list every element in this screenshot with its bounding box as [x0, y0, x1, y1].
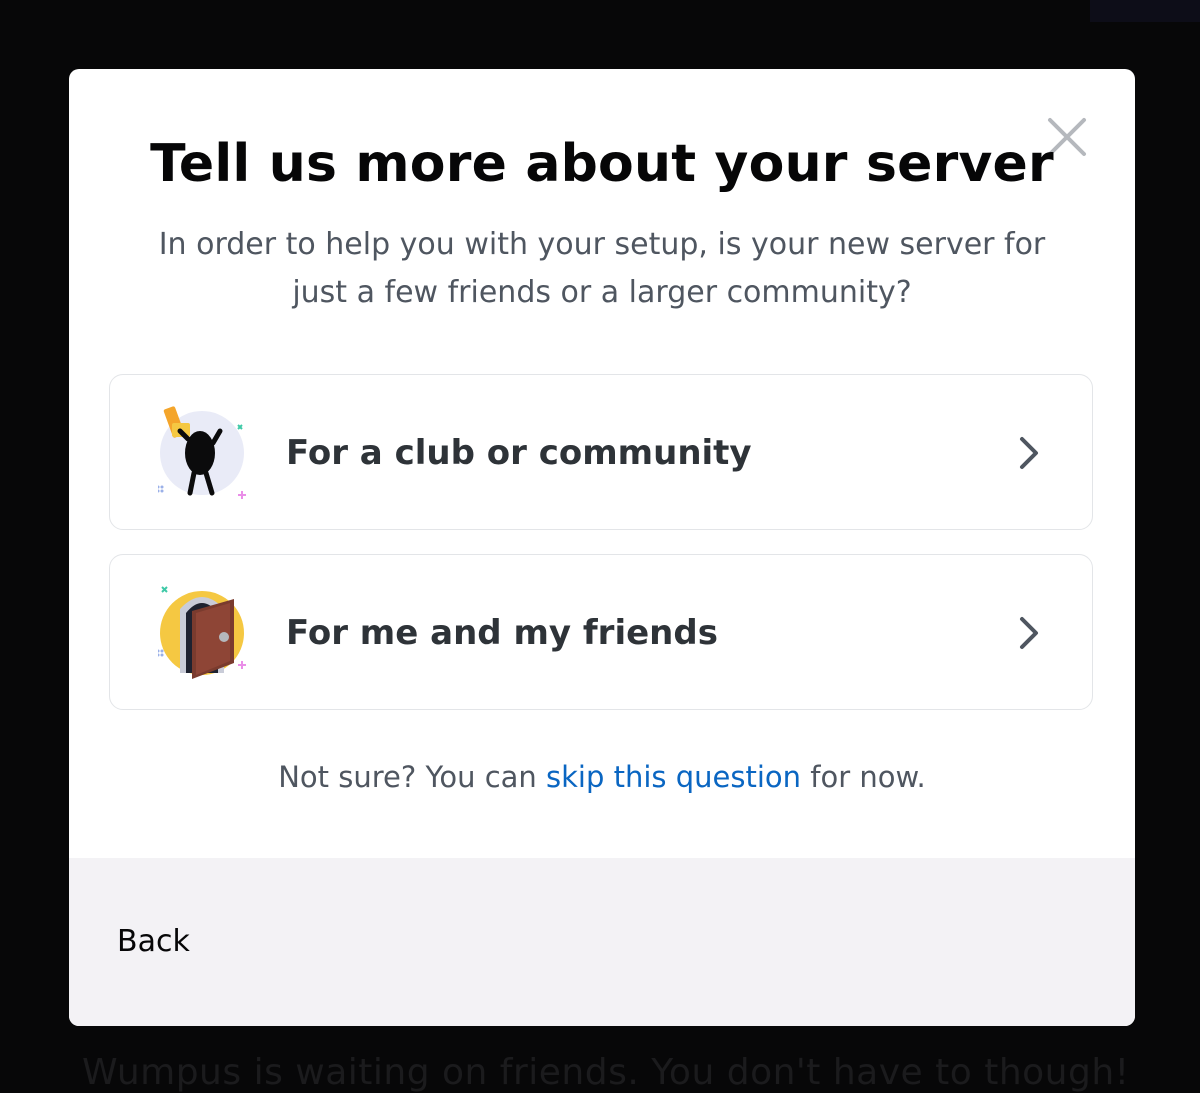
club-community-illustration — [156, 401, 258, 505]
friends-door-illustration — [156, 581, 258, 685]
skip-prefix: Not sure? You can — [278, 760, 547, 794]
option-label: For me and my friends — [286, 613, 718, 653]
back-button[interactable]: Back — [117, 922, 190, 962]
chevron-right-icon — [1014, 433, 1044, 473]
option-club-community[interactable]: For a club or community — [109, 374, 1093, 530]
modal-title: Tell us more about your server — [150, 134, 1054, 194]
skip-suffix: for now. — [801, 760, 926, 794]
skip-prompt: Not sure? You can skip this question for… — [69, 757, 1135, 797]
background-corner-element — [1090, 0, 1200, 22]
background-peek-text: Wumpus is waiting on friends. You don't … — [82, 1052, 1130, 1093]
chevron-right-icon — [1014, 613, 1044, 653]
skip-question-link[interactable]: skip this question — [546, 760, 801, 794]
option-label: For a club or community — [286, 433, 752, 473]
modal-subtitle: In order to help you with your setup, is… — [158, 227, 1046, 310]
create-server-modal: Tell us more about your server In order … — [69, 69, 1135, 1026]
modal-footer: Back — [69, 858, 1135, 1026]
option-me-and-friends[interactable]: For me and my friends — [109, 554, 1093, 710]
